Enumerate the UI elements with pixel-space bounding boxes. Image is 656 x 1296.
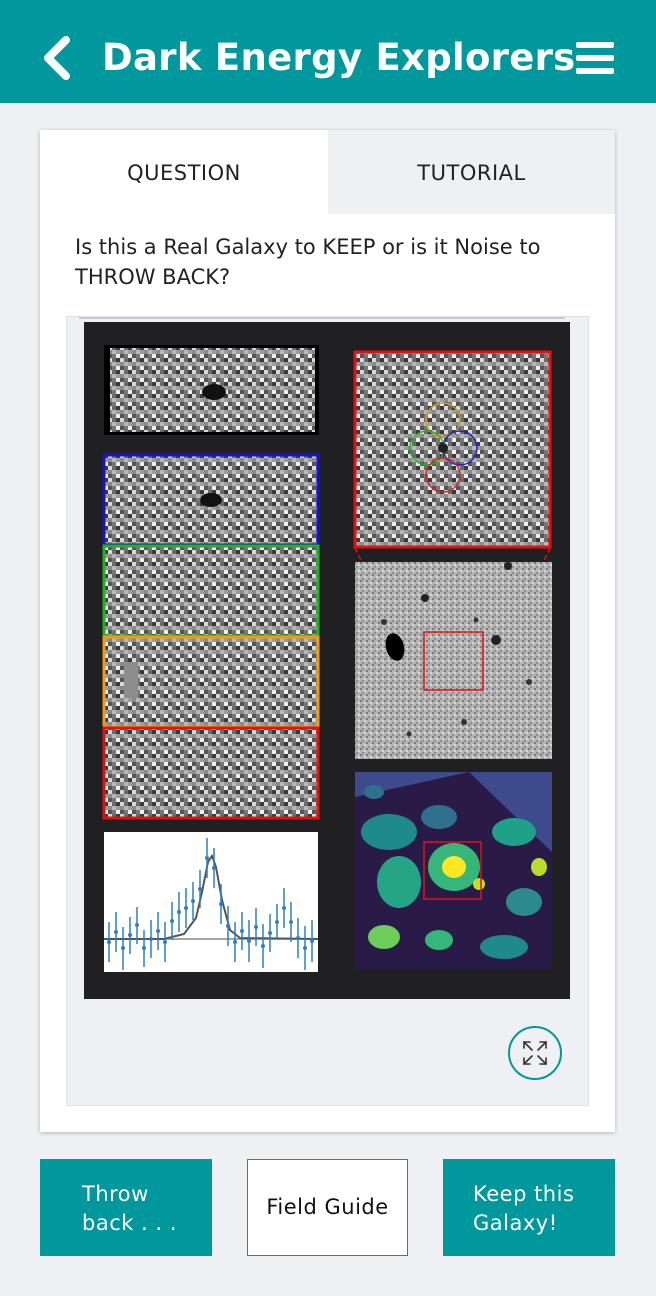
spectrum-cutout-combined [104,345,319,435]
app-header: Dark Energy Explorers [0,0,656,103]
heatmap-image [355,772,552,969]
spectrum-plot [104,832,319,972]
spectrum-cutout-blue [102,453,320,547]
keep-label-line1: Keep this [473,1182,575,1206]
tab-tutorial[interactable]: TUTORIAL [328,130,615,214]
question-text: Is this a Real Galaxy to KEEP or is it N… [75,235,541,289]
classify-card: QUESTION TUTORIAL Is this a Real Galaxy … [40,130,615,1132]
expand-button[interactable] [508,1026,562,1080]
hamburger-menu-icon[interactable] [574,40,616,76]
tab-question[interactable]: QUESTION [40,130,328,214]
zoomed-cutout [353,350,552,549]
spectrum-cutout-orange [102,635,320,729]
chevron-left-icon[interactable] [38,34,78,82]
throw-back-button[interactable]: Throw back . . . [40,1159,212,1256]
expand-arrows-icon [523,1041,547,1065]
throw-back-label-line1: Throw [82,1182,149,1206]
app-title: Dark Energy Explorers [102,36,576,79]
wide-field-image [355,562,552,759]
subject-image[interactable] [84,322,570,999]
keep-label-line2: Galaxy! [473,1211,558,1235]
spectrum-cutout-red [102,726,320,820]
throw-back-label-line2: back . . . [82,1211,177,1235]
subject-viewer [66,316,589,1106]
divider [79,317,565,319]
keep-galaxy-button[interactable]: Keep this Galaxy! [443,1159,615,1256]
spectrum-cutout-green [102,544,320,638]
field-guide-button[interactable]: Field Guide [247,1159,408,1256]
